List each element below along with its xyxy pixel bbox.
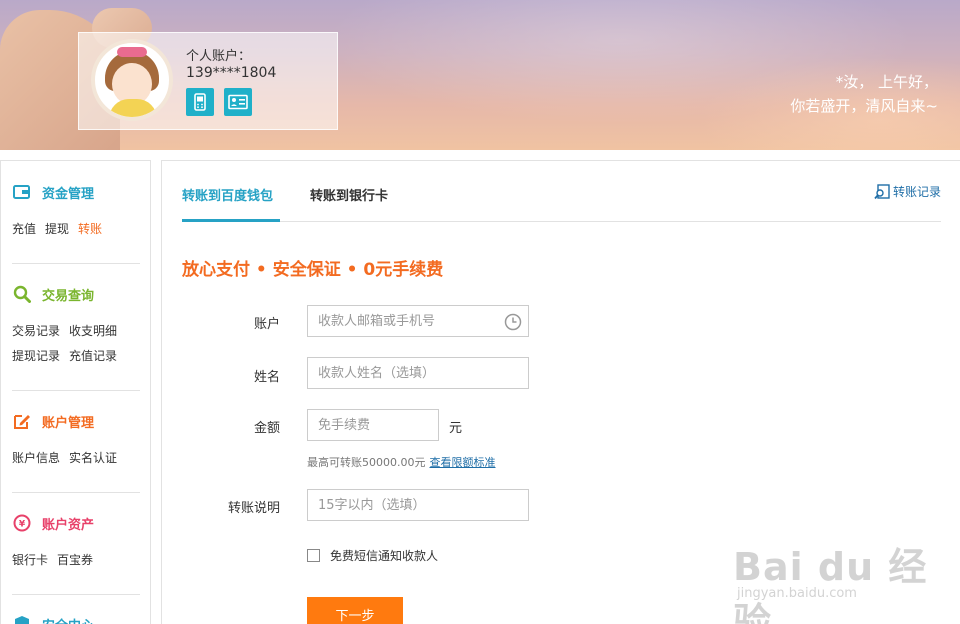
yen-icon: ¥ (12, 513, 32, 533)
id-card-icon (228, 94, 248, 110)
account-phone: 139****1804 (186, 65, 277, 81)
header-banner: 个人账户： 139****1804 *汝， 上午好， 你若盛开，清风自来~ (0, 0, 960, 150)
wallet-icon (12, 182, 32, 202)
watermark-url: jingyan.baidu.com (737, 586, 857, 601)
greeting-line-1: *汝， 上午好， (835, 73, 938, 91)
sidebar-title-assets[interactable]: ¥ 账户资产 (12, 512, 140, 534)
sidebar-title-label: 账户管理 (42, 415, 95, 431)
note-field-wrapper (307, 489, 529, 521)
sidebar-item-withdraw-records[interactable]: 提现记录 (12, 349, 60, 363)
account-field-wrapper (307, 305, 529, 337)
sidebar-links-assets: 银行卡 百宝券 (12, 548, 140, 573)
account-input[interactable] (308, 306, 528, 336)
sidebar-divider (12, 594, 140, 595)
sms-label: 免费短信通知收款人 (330, 549, 439, 563)
sidebar-title-funds[interactable]: 资金管理 (12, 181, 140, 203)
name-input[interactable] (308, 358, 528, 388)
name-label: 姓名 (253, 370, 280, 385)
account-card: 个人账户： 139****1804 (78, 32, 338, 130)
sidebar-section-assets: ¥ 账户资产 银行卡 百宝券 (12, 512, 140, 573)
sidebar-item-recharge-records[interactable]: 充值记录 (69, 349, 117, 363)
sidebar-item-statement[interactable]: 收支明细 (69, 324, 117, 338)
sidebar-title-label: 账户资产 (42, 517, 95, 533)
baidu-watermark: Bai du 经验 jingyan.baidu.com (733, 536, 960, 624)
shield-icon (12, 614, 32, 624)
avatar-body (109, 99, 157, 117)
tab-transfer-to-bank[interactable]: 转账到银行卡 (310, 185, 388, 222)
sidebar-item-recharge[interactable]: 充值 (12, 222, 36, 236)
sidebar-links-funds: 充值 提现 转账 (12, 217, 140, 242)
sidebar: 资金管理 充值 提现 转账 交易查询 交易记录 收支明细 提现记录 充值记录 账户管理 … (0, 160, 151, 624)
sidebar-item-verification[interactable]: 实名认证 (69, 451, 117, 465)
watermark-brand: Bai du 经验 (733, 545, 928, 624)
sidebar-item-transactions[interactable]: 交易记录 (12, 324, 60, 338)
sidebar-title-label: 交易查询 (42, 288, 95, 304)
sidebar-divider (12, 390, 140, 391)
record-search-icon (874, 183, 890, 199)
sidebar-divider (12, 492, 140, 493)
greeting: *汝， 上午好， 你若盛开，清风自来~ (790, 70, 938, 118)
amount-unit: 元 (449, 421, 463, 436)
slogan: 放心支付 • 安全保证 • 0元手续费 (182, 260, 444, 280)
limit-standard-link[interactable]: 查看限额标准 (430, 456, 496, 469)
greeting-line-2: 你若盛开，清风自来~ (790, 97, 938, 115)
transfer-records-link[interactable]: 转账记录 (874, 183, 941, 200)
sidebar-section-account: 账户管理 账户信息 实名认证 (12, 410, 140, 471)
sms-notify-option[interactable]: 免费短信通知收款人 (307, 547, 438, 564)
sms-checkbox[interactable] (307, 549, 320, 562)
note-label: 转账说明 (227, 501, 280, 516)
amount-label: 金额 (253, 421, 280, 436)
sidebar-title-security[interactable]: 安全中心 (12, 613, 140, 624)
sidebar-item-withdraw[interactable]: 提现 (45, 222, 69, 236)
svg-text:¥: ¥ (19, 520, 26, 530)
search-icon (12, 284, 32, 304)
edit-icon (12, 411, 32, 431)
sidebar-divider (12, 263, 140, 264)
sidebar-section-security: 安全中心 (12, 613, 140, 624)
amount-input[interactable] (308, 410, 438, 440)
sidebar-title-label: 安全中心 (42, 615, 94, 624)
transfer-records-label: 转账记录 (892, 185, 941, 199)
mobile-button[interactable] (186, 88, 214, 116)
name-field-wrapper (307, 357, 529, 389)
sidebar-item-coupons[interactable]: 百宝券 (57, 553, 93, 567)
next-step-button[interactable]: 下一步 (307, 597, 403, 624)
amount-limit-text: 最高可转账50000.00元 (307, 456, 426, 469)
history-clock-icon[interactable] (504, 313, 522, 331)
sidebar-links-account: 账户信息 实名认证 (12, 446, 140, 471)
account-label: 个人账户： (186, 49, 252, 64)
sidebar-section-query: 交易查询 交易记录 收支明细 提现记录 充值记录 (12, 283, 140, 369)
sidebar-title-label: 资金管理 (42, 186, 95, 202)
avatar[interactable] (91, 39, 173, 121)
sidebar-item-transfer[interactable]: 转账 (78, 222, 102, 236)
sidebar-item-account-info[interactable]: 账户信息 (12, 451, 60, 465)
amount-field-wrapper (307, 409, 439, 441)
amount-hint: 最高可转账50000.00元 查看限额标准 (307, 454, 496, 470)
sidebar-section-funds: 资金管理 充值 提现 转账 (12, 181, 140, 242)
id-card-button[interactable] (224, 88, 252, 116)
tab-bar: 转账到百度钱包 转账到银行卡 转账记录 (182, 161, 941, 222)
sidebar-title-query[interactable]: 交易查询 (12, 283, 140, 305)
phone-icon (194, 93, 206, 111)
note-input[interactable] (308, 490, 528, 520)
sidebar-item-bank-card[interactable]: 银行卡 (12, 553, 48, 567)
avatar-bow (117, 47, 147, 57)
sidebar-links-query: 交易记录 收支明细 提现记录 充值记录 (12, 319, 140, 369)
sidebar-title-account[interactable]: 账户管理 (12, 410, 140, 432)
account-label: 账户 (253, 317, 280, 332)
tab-transfer-to-wallet[interactable]: 转账到百度钱包 (182, 185, 280, 222)
